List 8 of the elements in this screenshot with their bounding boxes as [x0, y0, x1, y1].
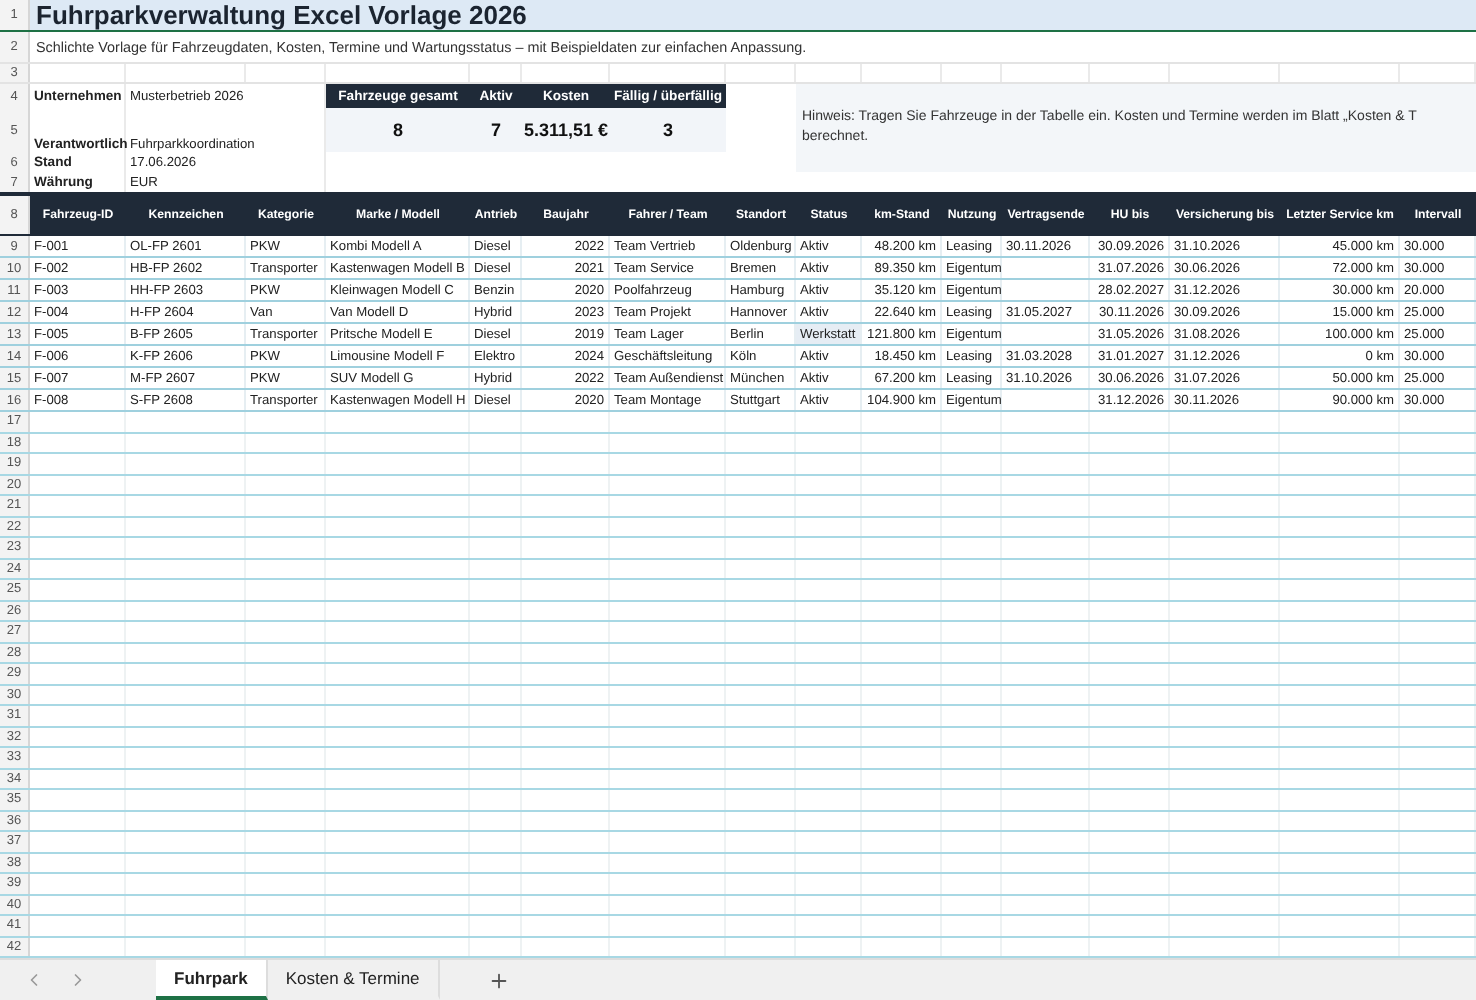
- add-sheet-button[interactable]: [487, 969, 510, 991]
- sheet-title: Fuhrparkverwaltung Excel Vorlage 2026: [34, 0, 529, 30]
- kpi-value: 7: [470, 108, 522, 152]
- sheet-tab[interactable]: Fuhrpark: [156, 960, 268, 1000]
- kpi-value: 3: [610, 108, 726, 152]
- kpi-value: 8: [326, 108, 470, 152]
- kpi-value: 5.311,51 €: [522, 108, 610, 152]
- sheet-tab[interactable]: Kosten & Termine: [267, 960, 440, 1000]
